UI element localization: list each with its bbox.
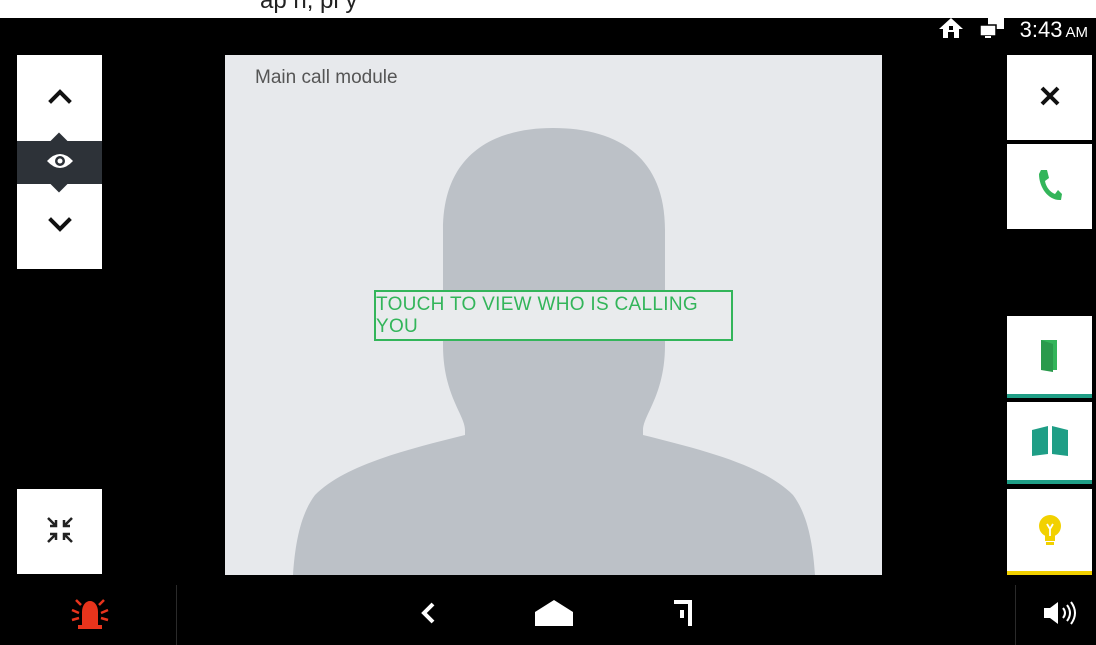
home-icon bbox=[938, 17, 964, 43]
camera-next-button[interactable] bbox=[17, 184, 102, 269]
network-icon bbox=[978, 17, 1006, 43]
light-button[interactable] bbox=[1007, 489, 1092, 575]
gate-icon bbox=[1030, 424, 1070, 462]
recents-icon bbox=[672, 598, 694, 632]
status-bar: 3:43 AM bbox=[938, 14, 1088, 46]
camera-nav-panel bbox=[17, 55, 102, 269]
chevron-down-icon bbox=[47, 216, 72, 237]
phone-icon bbox=[1037, 168, 1063, 206]
video-title: Main call module bbox=[255, 67, 398, 88]
clock-meridiem: AM bbox=[1065, 24, 1089, 41]
home-nav-button[interactable] bbox=[530, 585, 578, 645]
camera-view-button[interactable] bbox=[17, 132, 102, 193]
open-door-button[interactable] bbox=[1007, 316, 1092, 398]
collapse-button[interactable] bbox=[17, 489, 102, 574]
volume-icon bbox=[1042, 600, 1082, 630]
recents-button[interactable] bbox=[665, 585, 701, 645]
lightbulb-icon bbox=[1037, 514, 1063, 550]
top-message-strip: ap n, pl y bbox=[0, 0, 1096, 18]
bottom-separator-left bbox=[176, 585, 177, 645]
close-icon bbox=[1039, 85, 1061, 111]
eye-icon bbox=[45, 151, 75, 175]
bottom-separator-right bbox=[1015, 585, 1016, 645]
video-panel[interactable]: Main call module TOUCH TO VIEW WHO IS CA… bbox=[225, 55, 882, 575]
bottom-bar bbox=[0, 585, 1096, 645]
answer-call-button[interactable] bbox=[1007, 144, 1092, 229]
clock: 3:43 AM bbox=[1020, 17, 1088, 43]
open-gate-button[interactable] bbox=[1007, 402, 1092, 484]
back-icon bbox=[420, 601, 436, 629]
camera-prev-button[interactable] bbox=[17, 55, 102, 141]
chevron-up-icon bbox=[47, 88, 72, 108]
touch-to-view-button[interactable]: TOUCH TO VIEW WHO IS CALLING YOU bbox=[374, 290, 733, 341]
home-nav-icon bbox=[533, 598, 575, 632]
back-button[interactable] bbox=[410, 585, 446, 645]
close-button[interactable] bbox=[1007, 55, 1092, 140]
top-message-text: ap n, pl y bbox=[260, 0, 358, 14]
alarm-icon bbox=[70, 596, 110, 634]
collapse-icon bbox=[45, 515, 75, 549]
alarm-button[interactable] bbox=[62, 585, 118, 645]
clock-time: 3:43 bbox=[1019, 17, 1063, 42]
door-icon bbox=[1039, 338, 1061, 376]
volume-button[interactable] bbox=[1038, 585, 1086, 645]
